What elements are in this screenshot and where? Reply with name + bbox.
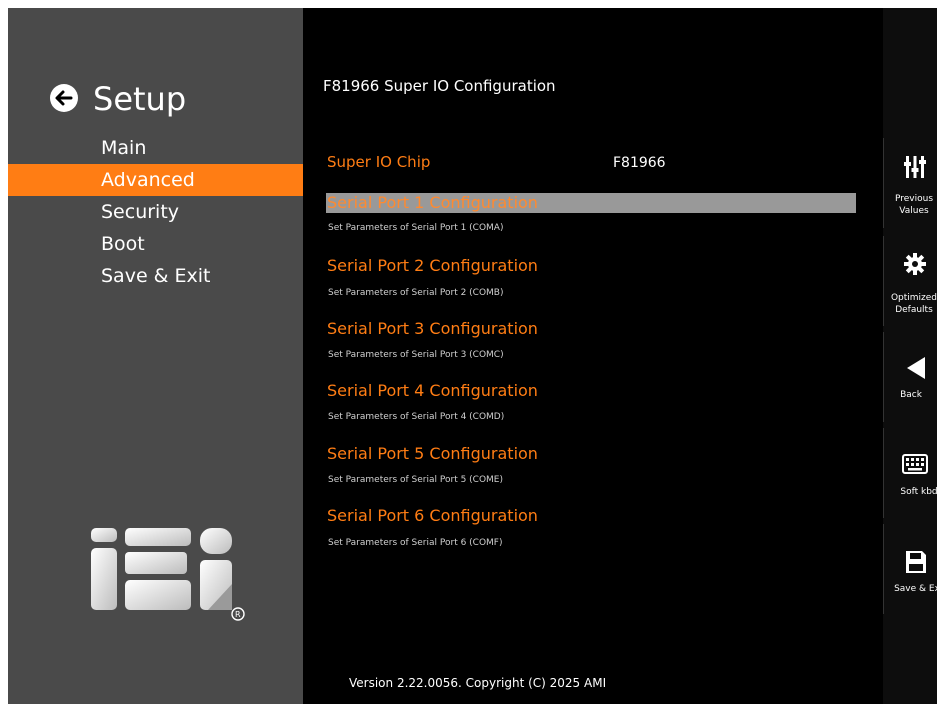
serial-port-5-item[interactable]: Serial Port 5 Configuration [327, 444, 538, 463]
previous-values-button[interactable]: Previous Values [883, 138, 937, 228]
previous-values-line1: Previous [894, 194, 934, 204]
super-io-chip-label: Super IO Chip [327, 153, 431, 171]
version-footer: Version 2.22.0056. Copyright (C) 2025 AM… [349, 676, 607, 690]
save-exit-label: Save & Exit [894, 584, 937, 594]
serial-port-4-help: Set Parameters of Serial Port 4 (COMD) [328, 412, 505, 422]
back-label: Back [900, 390, 922, 400]
optimized-defaults-line1: Optimized [890, 293, 937, 303]
serial-port-6-help: Set Parameters of Serial Port 6 (COMF) [328, 538, 503, 548]
save-icon [906, 551, 926, 573]
back-arrow-icon[interactable] [50, 84, 78, 112]
previous-values-line2: Values [899, 206, 929, 216]
gear-icon [904, 253, 926, 275]
soft-kbd-button[interactable]: Soft kbd [883, 428, 937, 518]
optimized-defaults-button[interactable]: Optimized Defaults [883, 236, 937, 326]
serial-port-2-item[interactable]: Serial Port 2 Configuration [327, 256, 538, 275]
soft-kbd-label: Soft kbd [900, 487, 937, 497]
back-triangle-icon [907, 357, 925, 379]
page-title: F81966 Super IO Configuration [323, 77, 556, 95]
serial-port-4-item[interactable]: Serial Port 4 Configuration [327, 381, 538, 400]
serial-port-1-item[interactable]: Serial Port 1 Configuration [326, 193, 856, 213]
keyboard-icon [902, 454, 928, 474]
serial-port-3-help: Set Parameters of Serial Port 3 (COMC) [328, 350, 504, 360]
menu-item-boot[interactable]: Boot [8, 228, 303, 260]
setup-title: Setup [93, 80, 187, 118]
main-content: F81966 Super IO Configuration Super IO C… [303, 8, 883, 704]
serial-port-6-item[interactable]: Serial Port 6 Configuration [327, 506, 538, 525]
iei-logo: R [88, 522, 268, 626]
serial-port-3-item[interactable]: Serial Port 3 Configuration [327, 319, 538, 338]
menu-item-save-exit[interactable]: Save & Exit [8, 260, 303, 292]
svg-text:R: R [235, 610, 241, 619]
serial-port-1-label: Serial Port 1 Configuration [327, 193, 538, 212]
save-exit-button[interactable]: Save & Exit [883, 524, 937, 614]
main-menu: Main Advanced Security Boot Save & Exit [8, 132, 303, 292]
serial-port-2-help: Set Parameters of Serial Port 2 (COMB) [328, 288, 504, 298]
serial-port-1-help: Set Parameters of Serial Port 1 (COMA) [328, 223, 504, 233]
right-toolbar: Previous Values Optimized Defaults Back [883, 8, 937, 704]
menu-item-advanced[interactable]: Advanced [8, 164, 303, 196]
optimized-defaults-line2: Defaults [895, 305, 933, 315]
serial-port-5-help: Set Parameters of Serial Port 5 (COME) [328, 475, 504, 485]
menu-item-main[interactable]: Main [8, 132, 303, 164]
left-navigation-panel: Setup Main Advanced Security Boot Save &… [8, 8, 303, 704]
bios-screen: Setup Main Advanced Security Boot Save &… [8, 8, 937, 704]
super-io-chip-value: F81966 [613, 155, 666, 171]
menu-item-security[interactable]: Security [8, 196, 303, 228]
back-button[interactable]: Back [883, 332, 937, 422]
sliders-icon [904, 156, 926, 178]
